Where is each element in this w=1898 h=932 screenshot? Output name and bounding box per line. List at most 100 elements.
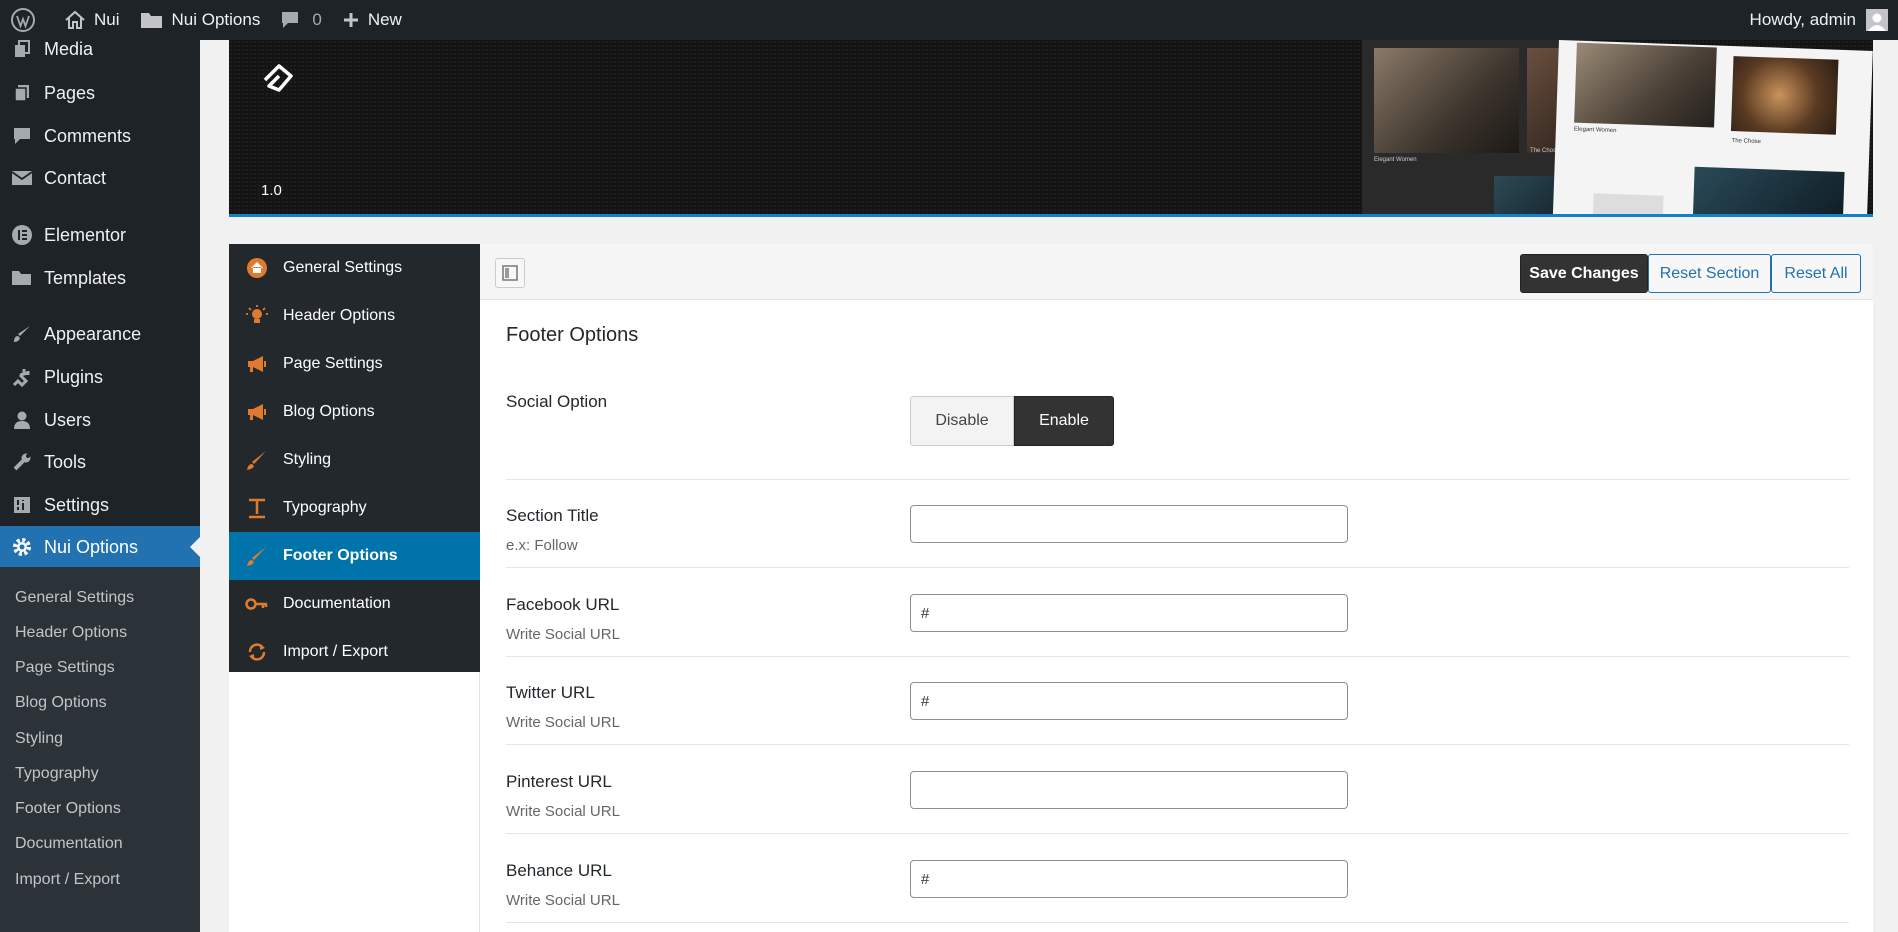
banner-border: [229, 214, 1873, 217]
twitter-url-input[interactable]: #: [910, 682, 1348, 720]
section-title-field-desc: e.x: Follow: [506, 537, 578, 554]
lightbulb-icon: [229, 305, 283, 327]
facebook-url-input[interactable]: #: [910, 594, 1348, 632]
options-content: Save Changes Reset Section Reset All Foo…: [480, 244, 1873, 932]
section-title-input[interactable]: [910, 505, 1348, 543]
submenu-documentation[interactable]: Documentation: [15, 835, 123, 853]
submenu-import-export[interactable]: Import / Export: [15, 871, 120, 889]
menu-item-contact[interactable]: Contact: [0, 157, 200, 199]
nav-label: Typography: [283, 499, 367, 516]
admin-bar: Nui Nui Options 0 New Howdy, admin: [0, 0, 1898, 40]
submenu-typography[interactable]: Typography: [15, 765, 99, 783]
text-icon: [229, 497, 283, 519]
submenu-page-settings[interactable]: Page Settings: [15, 659, 115, 677]
options-nav-filler: [229, 672, 480, 932]
nav-header-options[interactable]: Header Options: [229, 292, 480, 340]
nav-footer-options[interactable]: Footer Options: [229, 532, 480, 580]
pinterest-url-input[interactable]: [910, 771, 1348, 809]
users-icon: [0, 410, 44, 430]
options-nav: General Settings Header Options Page Set…: [229, 244, 480, 672]
nav-label: General Settings: [283, 259, 403, 276]
preview-photo: [1574, 42, 1717, 128]
options-link-label: Nui Options: [171, 10, 261, 29]
twitter-url-desc: Write Social URL: [506, 714, 620, 731]
appearance-icon: [0, 324, 44, 344]
reset-section-button[interactable]: Reset Section: [1648, 254, 1771, 293]
social-option-label: Social Option: [506, 392, 608, 411]
menu-item-label: Contact: [44, 167, 107, 188]
menu-item-plugins[interactable]: Plugins: [0, 356, 200, 398]
greeting: Howdy, admin: [1749, 10, 1856, 29]
new-label: New: [367, 10, 402, 29]
divider: [506, 833, 1849, 834]
nav-styling[interactable]: Styling: [229, 436, 480, 484]
new-content-link[interactable]: New: [332, 0, 412, 40]
reset-all-button[interactable]: Reset All: [1771, 254, 1861, 293]
pinterest-url-label: Pinterest URL: [506, 772, 612, 791]
submenu-header-options[interactable]: Header Options: [15, 624, 127, 642]
expand-toggle-button[interactable]: [495, 258, 525, 288]
nav-documentation[interactable]: Documentation: [229, 580, 480, 628]
comments-link[interactable]: 0: [270, 0, 331, 40]
comment-bubble-icon: [282, 12, 299, 28]
nui-options-submenu: General Settings Header Options Page Set…: [0, 567, 200, 932]
submenu-styling[interactable]: Styling: [15, 730, 63, 748]
preview-photo: [1374, 48, 1519, 153]
comments-icon: [0, 126, 44, 146]
nav-label: Footer Options: [283, 547, 398, 564]
menu-item-label: Plugins: [44, 366, 104, 387]
folder-icon: [140, 13, 162, 28]
menu-item-tools[interactable]: Tools: [0, 441, 200, 483]
save-changes-button[interactable]: Save Changes: [1520, 254, 1648, 293]
divider: [506, 744, 1849, 745]
home-icon: [229, 257, 283, 279]
nav-import-export[interactable]: Import / Export: [229, 628, 480, 676]
layout-icon: [502, 265, 518, 281]
behance-url-desc: Write Social URL: [506, 892, 620, 909]
submenu-blog-options[interactable]: Blog Options: [15, 694, 107, 712]
comment-count: 0: [312, 10, 322, 29]
menu-item-pages[interactable]: Pages: [0, 72, 200, 114]
gear-icon: [0, 536, 44, 558]
preview-photo: [1692, 166, 1845, 216]
options-toolbar: Save Changes Reset Section Reset All: [480, 244, 1873, 300]
plugins-icon: [0, 367, 44, 387]
menu-item-label: Templates: [44, 267, 127, 288]
menu-item-label: Users: [44, 409, 92, 430]
menu-item-media[interactable]: Media: [0, 28, 200, 70]
menu-item-label: Comments: [44, 125, 132, 146]
elementor-icon: [0, 224, 44, 246]
nav-label: Page Settings: [283, 355, 383, 372]
behance-url-input[interactable]: #: [910, 860, 1348, 898]
nav-blog-options[interactable]: Blog Options: [229, 388, 480, 436]
pinterest-url-desc: Write Social URL: [506, 803, 620, 820]
submenu-footer-options[interactable]: Footer Options: [15, 800, 121, 818]
my-account-link[interactable]: Howdy, admin: [1750, 9, 1898, 31]
submenu-general-settings[interactable]: General Settings: [15, 589, 134, 607]
enable-button[interactable]: Enable: [1014, 396, 1114, 446]
refresh-icon: [229, 641, 283, 663]
menu-item-label: Settings: [44, 494, 110, 515]
theme-version: 1.0: [261, 182, 282, 199]
menu-item-nui-options[interactable]: Nui Options: [0, 526, 200, 568]
preview-photo: [1592, 193, 1664, 216]
divider: [506, 567, 1849, 568]
nav-typography[interactable]: Typography: [229, 484, 480, 532]
theme-preview-light: Elegant Women The Chose: [1552, 40, 1873, 216]
menu-item-appearance[interactable]: Appearance: [0, 313, 200, 355]
brush-icon: [229, 449, 283, 471]
disable-button[interactable]: Disable: [910, 396, 1014, 446]
menu-item-comments[interactable]: Comments: [0, 115, 200, 157]
menu-item-settings[interactable]: Settings: [0, 484, 200, 526]
menu-item-users[interactable]: Users: [0, 399, 200, 441]
divider: [506, 479, 1849, 480]
nav-general-settings[interactable]: General Settings: [229, 244, 480, 292]
menu-item-elementor[interactable]: Elementor: [0, 214, 200, 256]
menu-item-templates[interactable]: Templates: [0, 257, 200, 299]
admin-sidebar: Media Pages Comments Contact Elementor T…: [0, 39, 200, 932]
brush-icon: [229, 545, 283, 567]
divider: [506, 656, 1849, 657]
nav-page-settings[interactable]: Page Settings: [229, 340, 480, 388]
preview-caption: Elegant Women: [1374, 157, 1417, 163]
nav-label: Styling: [283, 451, 332, 468]
